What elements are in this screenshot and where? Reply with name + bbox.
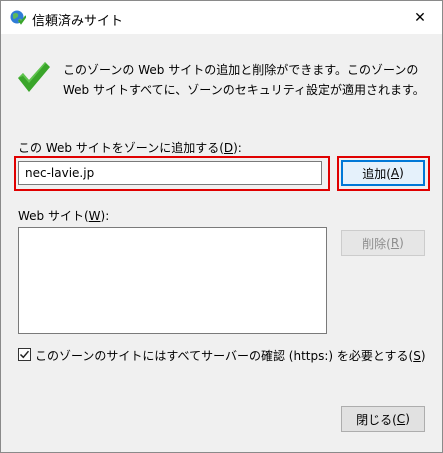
add-button[interactable]: 追加(A) (341, 160, 425, 186)
close-icon: ✕ (414, 9, 426, 26)
require-https-label[interactable]: このゾーンのサイトにはすべてサーバーの確認 (https:) を必要とする(S) (35, 347, 426, 364)
websites-label: Web サイト(W): (18, 209, 110, 223)
website-url-input[interactable] (18, 161, 322, 185)
add-website-label: この Web サイトをゾーンに追加する(D): (18, 141, 242, 155)
window-title: 信頼済みサイト (32, 14, 124, 29)
require-https-checkbox[interactable] (18, 348, 31, 361)
globe-check-icon (10, 10, 26, 25)
websites-list[interactable] (18, 227, 327, 334)
checkmark-icon (18, 62, 50, 92)
zone-description: このゾーンの Web サイトの追加と削除ができます。このゾーンの Web サイト… (63, 63, 425, 97)
close-dialog-button[interactable]: 閉じる(C) (341, 406, 425, 432)
title-bar: 信頼済みサイト ✕ (1, 1, 442, 34)
trusted-sites-dialog: 信頼済みサイト ✕ このゾーンの Web サイトの追加と削除ができます。このゾー… (0, 0, 443, 453)
remove-button[interactable]: 削除(R) (341, 230, 425, 256)
close-window-button[interactable]: ✕ (398, 1, 442, 34)
check-mark-icon (19, 350, 30, 359)
